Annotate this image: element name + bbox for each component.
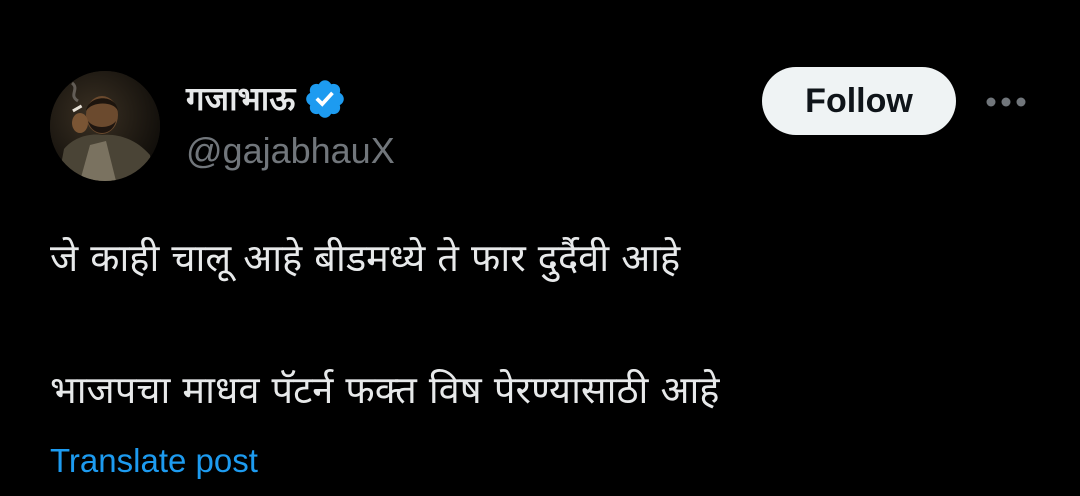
avatar-photo-icon (50, 71, 160, 181)
tweet-text-line: जे काही चालू आहे बीडमध्ये ते फार दुर्दैव… (50, 236, 681, 280)
author-display-name[interactable]: गजाभाऊ (186, 76, 295, 122)
author-name-row: गजाभाऊ (186, 76, 347, 122)
tweet-text-line: भाजपचा माधव पॅटर्न फक्त विष पेरण्यासाठी … (50, 368, 720, 412)
tweet-card: गजाभाऊ @gajabhauX Follow जे काही चालू आह… (0, 0, 1080, 496)
translate-post-link[interactable]: Translate post (50, 438, 258, 484)
verified-badge-icon (303, 77, 347, 121)
follow-button[interactable]: Follow (762, 67, 956, 135)
author-handle[interactable]: @gajabhauX (186, 128, 395, 174)
author-avatar[interactable] (50, 71, 160, 181)
more-options-icon[interactable] (984, 84, 1028, 120)
